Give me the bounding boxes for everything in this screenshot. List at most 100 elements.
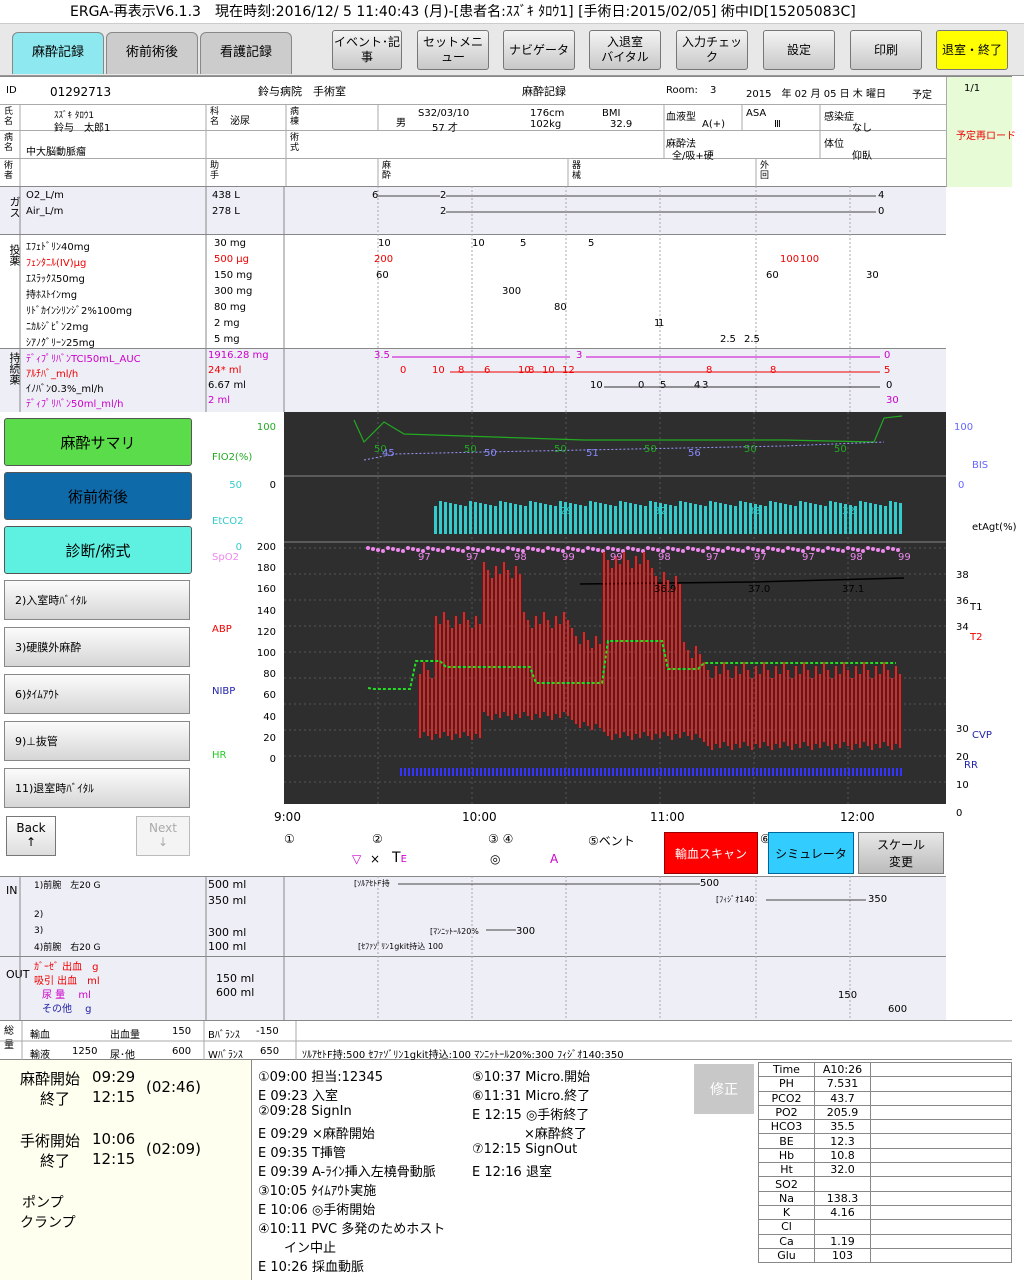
log-entry[interactable]: E 09:39 A-ﾗｲﾝ挿入左橈骨動脈: [258, 1161, 436, 1180]
lab-extra: [870, 1061, 1012, 1078]
drug-row-name[interactable]: ｴｽﾗｯｸｽ50mg: [26, 270, 85, 285]
log-entry[interactable]: E 12:16 退室: [472, 1161, 552, 1180]
spo2-value: 98: [658, 552, 671, 563]
cross-icon: ×: [370, 852, 381, 866]
drug-dose[interactable]: 5: [588, 238, 594, 249]
drug-row-name[interactable]: ｼｱﾉｸﾞﾘｰﾝ25mg: [26, 334, 95, 349]
log-entry[interactable]: E 09:29 ×麻酔開始: [258, 1123, 375, 1142]
event-marker[interactable]: ⑤ベント: [588, 832, 635, 849]
drug-dose[interactable]: 10: [378, 238, 391, 249]
navigator-button[interactable]: ナビゲータ: [503, 30, 575, 70]
spo2-point: [711, 547, 715, 551]
log-entry[interactable]: E 10:06 ◎手術開始: [258, 1199, 375, 1218]
rr-bar: [516, 768, 518, 776]
tab-pre-post-op[interactable]: 術前術後: [106, 32, 198, 74]
set-menu-button[interactable]: セットメニュー: [417, 30, 489, 70]
extubation-button[interactable]: 9)⊥抜管: [4, 721, 190, 761]
etco2-bar: [494, 506, 497, 534]
rr-bar: [624, 768, 626, 776]
spo2-point: [466, 546, 470, 550]
log-entry[interactable]: E 12:15 ◎手術終了: [472, 1104, 589, 1123]
settings-button[interactable]: 設定: [763, 30, 835, 70]
log-entry[interactable]: ①09:00 担当:12345: [258, 1066, 383, 1085]
bottom-panel: 麻酔開始 09:29 (02:46) 終了 12:15 手術開始 10:06 (…: [0, 1060, 1012, 1280]
exit-button[interactable]: 退室・終了: [936, 30, 1008, 70]
back-button[interactable]: Back ↑: [6, 816, 56, 856]
spo2-point: [611, 547, 615, 551]
log-entry[interactable]: ⑥11:31 Micro.終了: [472, 1085, 590, 1104]
print-button[interactable]: 印刷: [850, 30, 922, 70]
x-tick: 12:00: [840, 810, 875, 824]
vital-chart[interactable]: 50 50 50 50 50 5045 50 51 5629 32 33 3297 97 98 99 99 98…: [284, 412, 946, 804]
lab-row: Ht 32.0: [758, 1162, 1012, 1178]
log-entry[interactable]: ⑤10:37 Micro.開始: [472, 1066, 590, 1085]
inout-vital-button[interactable]: 入退室 バイタル: [589, 30, 661, 70]
exit-vital-button[interactable]: 11)退室時ﾊﾞｲﾀﾙ: [4, 768, 190, 808]
log-entry[interactable]: ④10:11 PVC 多発のためホスト: [258, 1218, 445, 1237]
drug-dose[interactable]: 1: [658, 318, 664, 329]
entry-vital-button[interactable]: 2)入室時ﾊﾞｲﾀﾙ: [4, 580, 190, 620]
drug-dose[interactable]: 60: [766, 270, 779, 281]
reload-button[interactable]: 予定再ロード: [956, 127, 1016, 142]
drug-dose[interactable]: 80: [554, 302, 567, 313]
blood-scan-button[interactable]: 輸血スキャン: [664, 832, 758, 874]
drug-dose[interactable]: 30: [866, 270, 879, 281]
log-entry[interactable]: ③10:05 ﾀｲﾑｱｳﾄ実施: [258, 1180, 376, 1199]
input-check-button[interactable]: 入力チェック: [676, 30, 748, 70]
drug-row-name[interactable]: ｴﾌｪﾄﾞﾘﾝ40mg: [26, 238, 90, 253]
drug-dose[interactable]: 2.5: [744, 334, 760, 345]
lab-value: 12.3: [814, 1133, 871, 1149]
tab-anesthesia-record[interactable]: 麻酔記録: [12, 32, 104, 74]
etco2-bar: [474, 502, 477, 534]
drug-dose[interactable]: 2.5: [720, 334, 736, 345]
event-button[interactable]: イベント･記事: [332, 30, 402, 70]
next-button[interactable]: Next ↓: [136, 816, 190, 856]
drug-row-name[interactable]: ﾌｪﾝﾀﾆﾙ(IV)μg: [26, 254, 86, 269]
scale-change-button[interactable]: スケール 変更: [858, 832, 944, 874]
rr-bar: [524, 768, 526, 776]
drug-dose[interactable]: 5: [520, 238, 526, 249]
etco2-bar: [534, 502, 537, 534]
lab-name: PCO2: [758, 1090, 815, 1106]
rr-bar: [500, 768, 502, 776]
drug-dose[interactable]: 100: [800, 254, 819, 265]
drug-dose[interactable]: 200: [374, 254, 393, 265]
summary-button[interactable]: 麻酔サマリ: [4, 418, 192, 466]
drug-row-name[interactable]: ﾆｶﾙｼﾞﾋﾟﾝ2mg: [26, 318, 88, 333]
rr-bar: [456, 768, 458, 776]
log-entry[interactable]: E 09:35 T挿管: [258, 1142, 346, 1161]
log-entry[interactable]: イン中止: [258, 1237, 336, 1256]
etco2-value: 32: [654, 506, 667, 517]
right-axis: 100 BIS 0 etAgt(%) T1 T2 CVP RR 38 36 34 30…: [946, 412, 1024, 820]
drug-dose[interactable]: 300: [502, 286, 521, 297]
drug-dose[interactable]: 10: [472, 238, 485, 249]
diagnosis-button[interactable]: 診断/術式: [4, 526, 192, 574]
epidural-button[interactable]: 3)硬膜外麻酔: [4, 627, 190, 667]
log-entry[interactable]: E 10:26 採血動脈: [258, 1256, 364, 1275]
event-marker[interactable]: ②: [372, 832, 383, 846]
event-marker[interactable]: ③ ④: [488, 832, 513, 846]
rr-bar: [576, 768, 578, 776]
fix-button[interactable]: 修正: [694, 1064, 754, 1114]
rr-bar: [856, 768, 858, 776]
spo2-point: [706, 546, 710, 550]
drug-row-name[interactable]: 持ﾎｽﾄｲﾝmg: [26, 286, 77, 301]
simulator-button[interactable]: シミュレータ: [768, 832, 854, 874]
log-entry[interactable]: ⑦12:15 SignOut: [472, 1142, 577, 1157]
log-entry[interactable]: ②09:28 SignIn: [258, 1104, 352, 1119]
drug-row-name[interactable]: ﾘﾄﾞｶｲﾝｼﾘﾝｼﾞ2%100mg: [26, 302, 132, 317]
rr-bar: [460, 768, 462, 776]
rr-bar: [556, 768, 558, 776]
event-marker[interactable]: ①: [284, 832, 295, 846]
drug-dose[interactable]: 60: [376, 270, 389, 281]
log-entry[interactable]: E 09:23 入室: [258, 1085, 338, 1104]
rr-bar: [888, 768, 890, 776]
timeout-button[interactable]: 6)ﾀｲﾑｱｳﾄ: [4, 674, 190, 714]
etco2-bar: [514, 504, 517, 534]
log-entry[interactable]: ×麻酔終了: [472, 1123, 587, 1142]
prepost-button[interactable]: 術前術後: [4, 472, 192, 520]
drug-dose[interactable]: 100: [780, 254, 799, 265]
spo2-point: [631, 547, 635, 551]
tab-nursing-record[interactable]: 看護記録: [200, 32, 292, 74]
lab-extra: [870, 1219, 1012, 1235]
